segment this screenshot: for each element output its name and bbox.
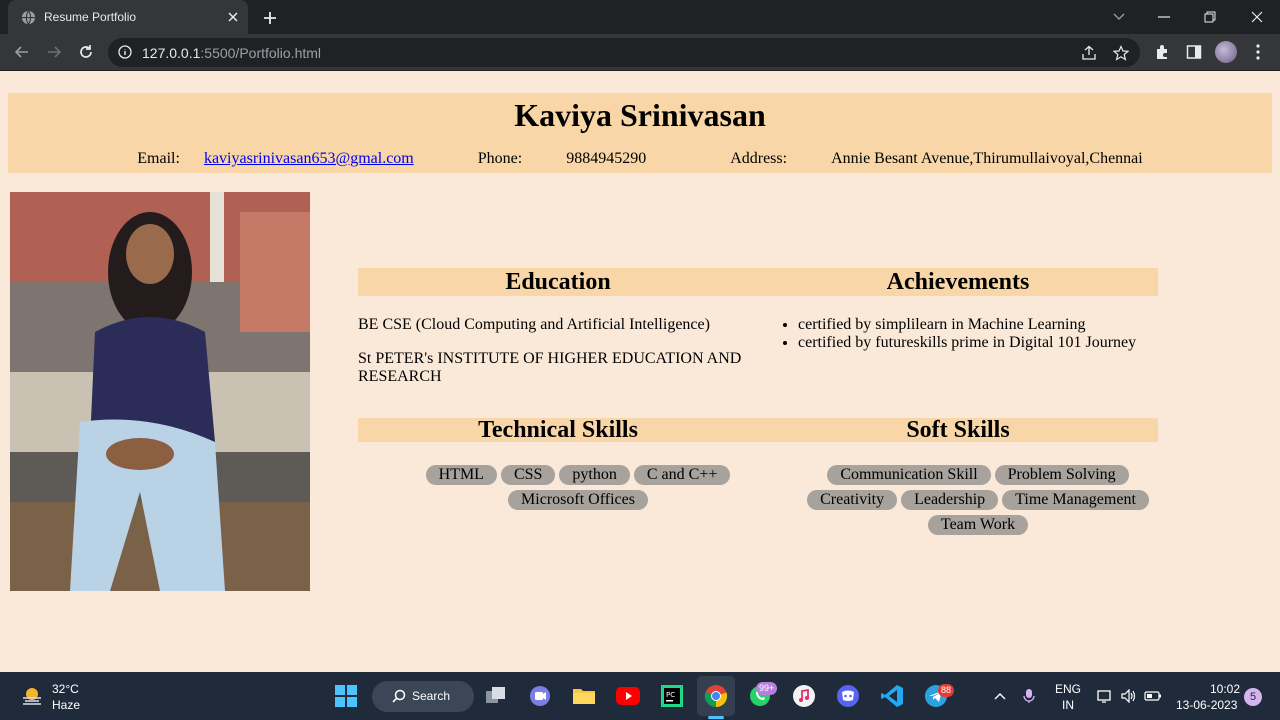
chevron-up-icon[interactable] [990,684,1010,708]
side-panel-icon[interactable] [1184,42,1204,62]
restore-icon[interactable] [1199,6,1221,28]
whatsapp-badge: 99+ [756,682,778,695]
telegram-badge: 88 [938,684,955,697]
globe-icon [21,10,36,25]
taskbar-search[interactable]: Search [372,681,474,712]
pycharm-icon[interactable]: PC [660,684,684,708]
extensions-icon[interactable] [1152,42,1172,62]
list-item: certified by futureskills prime in Digit… [798,334,1136,352]
email-link[interactable]: kaviyasrinivasan653@gmal.com [204,150,414,167]
tab-title: Resume Portfolio [44,10,137,24]
menu-kebab-icon[interactable] [1248,42,1268,62]
technical-skills-heading: Technical Skills [358,418,758,442]
site-info-icon[interactable] [118,45,132,59]
minimize-icon[interactable] [1153,6,1175,28]
education-degree: BE CSE (Cloud Computing and Artificial I… [358,316,710,333]
chrome-icon[interactable] [704,684,728,708]
notification-count-badge[interactable]: 5 [1244,688,1262,706]
contact-line: Email: kaviyasrinivasan653@gmal.com Phon… [8,150,1272,168]
skill-pill: Team Work [927,515,1029,535]
skill-pill: Time Management [1002,490,1149,510]
language-region[interactable]: IN [1062,698,1074,712]
skill-pill: Leadership [901,490,999,510]
teams-chat-icon[interactable] [528,684,552,708]
forward-icon[interactable] [42,40,66,64]
skill-pill: HTML [425,465,497,485]
active-indicator [708,716,724,719]
weather-haze-icon[interactable] [20,684,44,708]
weather-condition[interactable]: Haze [52,698,80,712]
file-explorer-icon[interactable] [572,684,596,708]
close-window-icon[interactable] [1246,6,1268,28]
clock-time[interactable]: 10:02 [1210,682,1240,696]
profile-avatar[interactable] [1215,41,1237,63]
tab-search-icon[interactable] [1108,6,1130,28]
close-tab-icon[interactable] [224,8,242,26]
bookmark-star-icon[interactable] [1112,44,1130,62]
browser-tab-bar: Resume Portfolio [0,0,1280,34]
task-view-icon[interactable] [484,684,508,708]
language-code[interactable]: ENG [1055,682,1081,696]
achievements-heading: Achievements [758,268,1158,296]
url-text[interactable]: 127.0.0.1:5500/Portfolio.html [142,45,321,61]
skill-pill: Creativity [807,490,898,510]
skill-pill: Microsoft Offices [508,490,648,510]
skill-pill: C and C++ [633,465,731,485]
skill-pill: Problem Solving [994,465,1129,485]
browser-tab[interactable]: Resume Portfolio [8,0,248,34]
reload-icon[interactable] [74,40,98,64]
svg-text:PC: PC [666,691,675,699]
education-heading: Education [358,268,758,296]
browser-toolbar: 127.0.0.1:5500/Portfolio.html [0,34,1280,71]
youtube-icon[interactable] [616,684,640,708]
phone-field: Phone: 9884945290 [477,150,647,167]
windows-start-icon[interactable] [334,684,358,708]
address-field: Address: Annie Besant Avenue,Thirumullai… [730,150,1143,167]
email-field: Email: kaviyasrinivasan653@gmal.com [137,150,414,167]
education-college: St PETER's INSTITUTE OF HIGHER EDUCATION… [358,350,742,385]
skill-pill: Communication Skill [827,465,991,485]
achievements-list: certified by simplilearn in Machine Lear… [798,316,1136,352]
network-icon[interactable] [1095,684,1115,708]
weather-temperature[interactable]: 32°C [52,682,79,696]
skill-pill: python [559,465,630,485]
windows-taskbar: 32°C Haze Search PC 99+ 88 ENG IN 10:02 … [0,672,1280,720]
address-bar[interactable]: 127.0.0.1:5500/Portfolio.html [108,38,1140,67]
person-name: Kaviya Srinivasan [514,97,766,133]
portfolio-page: Kaviya Srinivasan Email: kaviyasrinivasa… [0,71,1280,672]
clock-date[interactable]: 13-06-2023 [1176,698,1237,712]
microphone-icon[interactable] [1019,684,1039,708]
volume-icon[interactable] [1119,684,1139,708]
vscode-icon[interactable] [880,684,904,708]
back-icon[interactable] [10,40,34,64]
soft-skills-list: Communication Skill Problem Solving Crea… [800,465,1156,535]
profile-photo [10,192,310,591]
list-item: certified by simplilearn in Machine Lear… [798,316,1136,334]
itunes-icon[interactable] [792,684,816,708]
share-icon[interactable] [1080,44,1098,62]
battery-icon[interactable] [1143,684,1163,708]
new-tab-icon[interactable] [260,8,280,28]
discord-icon[interactable] [836,684,860,708]
skill-pill: CSS [500,465,556,485]
resume-header: Kaviya Srinivasan Email: kaviyasrinivasa… [8,93,1272,173]
search-icon [392,689,406,708]
technical-skills-list: HTML CSS python C and C++ Microsoft Offi… [408,465,748,510]
soft-skills-heading: Soft Skills [758,418,1158,442]
